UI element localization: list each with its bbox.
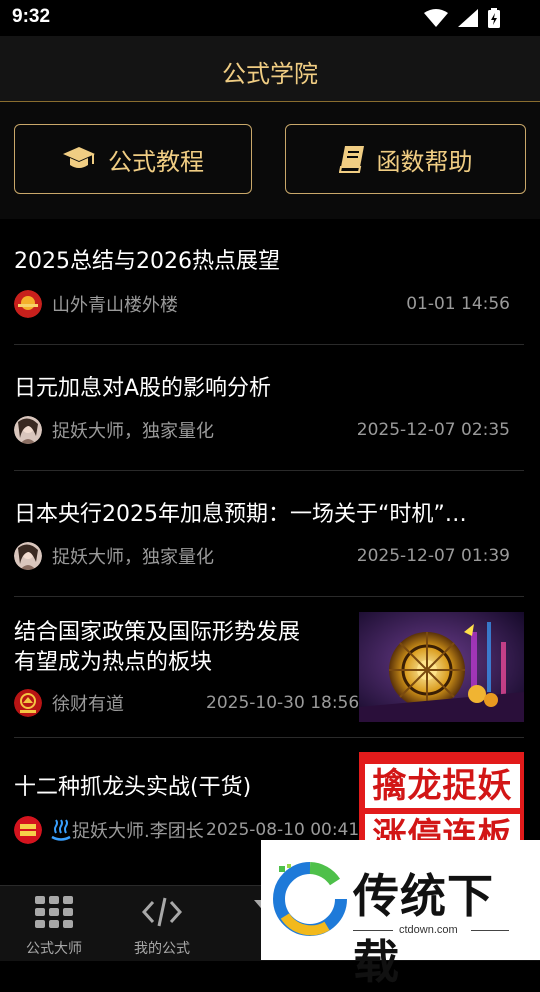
article-title: 十二种抓龙头实战(干货) [14,775,252,800]
function-help-label: 函数帮助 [376,147,473,176]
tab-my-formulas[interactable]: 我的公式 [108,886,216,961]
article-author: 捉妖大师.李团长 [72,821,204,842]
tab-formula-master[interactable]: 公式大师 [0,886,108,961]
formula-tutorial-button[interactable]: 公式教程 [14,124,252,194]
article-list: 2025总结与2026热点展望 山外青山楼外楼 01-01 14:56 日元加息… [0,219,540,887]
article-meta: 山外青山楼外楼 [14,289,178,319]
battery-charging-icon [488,8,500,28]
thumbnail-text-line-1: 擒龙捉妖 [372,766,513,806]
article-meta: 捉妖大师.李团长 [14,815,204,845]
article-thumbnail [359,612,524,722]
signal-icon [458,9,478,27]
hot-spring-icon [51,819,71,841]
status-bar: 9:32 [0,0,540,36]
tab-label: 我的公式 [134,941,190,957]
article-item[interactable]: 2025总结与2026热点展望 山外青山楼外楼 01-01 14:56 [14,219,524,345]
article-meta: 捉妖大师，独家量化 [14,541,214,571]
article-title: 日元加息对A股的影响分析 [14,376,272,401]
article-author: 捉妖大师，独家量化 [52,421,214,442]
article-title-line-2: 有望成为热点的板块 [14,650,213,675]
wifi-icon [424,9,448,27]
article-author: 捉妖大师，独家量化 [52,547,214,568]
article-date: 2025-10-30 18:56 [206,693,360,713]
article-date: 01-01 14:56 [406,294,510,314]
article-author: 山外青山楼外楼 [52,295,178,316]
article-item[interactable]: 结合国家政策及国际形势发展 有望成为热点的板块 徐财有道 2025-10-30 … [14,596,524,738]
watermark-logo [273,862,347,936]
function-help-button[interactable]: 函数帮助 [285,124,526,194]
status-icons [424,7,500,29]
graduation-cap-icon [63,147,95,168]
article-meta: 徐财有道 [14,688,124,718]
article-title-line-1: 结合国家政策及国际形势发展 [14,620,301,645]
avatar [14,416,42,444]
status-time: 9:32 [12,6,51,27]
watermark-overlay: 传统下载 ctdown.com [261,840,540,989]
avatar [14,290,42,318]
book-icon [338,146,364,173]
article-meta: 捉妖大师，独家量化 [14,415,214,445]
article-title: 日本央行2025年加息预期：一场关于“时机”… [14,502,467,527]
formula-tutorial-label: 公式教程 [108,147,204,176]
article-author: 徐财有道 [52,694,124,715]
code-icon [141,897,183,927]
tab-label: 公式大师 [26,941,82,957]
article-date: 2025-08-10 00:41 [206,820,360,840]
avatar [14,689,42,717]
article-title: 2025总结与2026热点展望 [14,249,280,274]
avatar [14,816,42,844]
app-header: 公式学院 [0,36,540,102]
avatar [14,542,42,570]
action-bar: 公式教程 函数帮助 [0,102,540,219]
watermark-url: ctdown.com [399,924,458,936]
article-date: 2025-12-07 02:35 [356,420,510,440]
article-item[interactable]: 日本央行2025年加息预期：一场关于“时机”… 捉妖大师，独家量化 2025-1… [14,470,524,597]
article-item[interactable]: 日元加息对A股的影响分析 捉妖大师，独家量化 2025-12-07 02:35 [14,344,524,471]
grid-icon [35,896,73,928]
page-title: 公式学院 [222,60,318,88]
article-date: 2025-12-07 01:39 [356,546,510,566]
